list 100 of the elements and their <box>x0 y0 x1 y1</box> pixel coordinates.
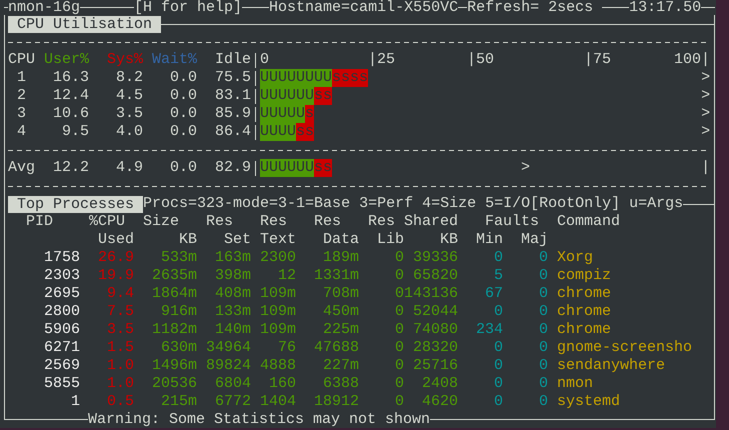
column-header: Faults <box>485 213 540 231</box>
table-cell-text: 0 <box>394 393 404 411</box>
table-cell-text: 0 <box>394 357 404 375</box>
column-header: Idle <box>214 51 251 69</box>
scale-label: 100| <box>674 51 710 69</box>
table-cell-text: 5 <box>492 267 503 285</box>
table-cell-text: 10.6 <box>52 105 89 123</box>
table-cell-text: 4.9 <box>114 159 143 177</box>
table-cell-text: 0.5 <box>106 393 134 411</box>
column-header: User% <box>42 51 89 69</box>
system-bar: ss <box>314 159 332 177</box>
table-cell-text: 1758 <box>42 249 80 267</box>
table-cell-text: 82.9 <box>214 159 251 177</box>
table-cell-text: 450m <box>322 303 359 321</box>
column-header: Maj <box>520 231 548 249</box>
table-cell-text: 0.0 <box>168 69 197 87</box>
table-cell-text: 227m <box>322 357 359 375</box>
column-header: Set <box>222 231 251 249</box>
table-cell-text: 1864m <box>150 285 197 303</box>
table-cell-text: 2635m <box>150 267 197 285</box>
table-cell: Avg <box>8 159 35 177</box>
table-cell-text: 140m <box>214 321 251 339</box>
table-cell-text: 0 <box>538 285 548 303</box>
table-cell-text: 4620 <box>420 393 458 411</box>
table-cell-text: 215m <box>160 393 197 411</box>
table-cell-text: 28320 <box>412 339 458 357</box>
table-cell: gnome-screensho <box>557 339 692 357</box>
table-cell-text: 34964 <box>204 339 251 357</box>
table-cell-text: 47688 <box>312 339 359 357</box>
table-cell-text: 67 <box>484 285 503 303</box>
overflow-mark: > <box>701 87 710 105</box>
column-header: KB <box>438 231 458 249</box>
peak-mark: > <box>521 159 530 177</box>
system-bar: ss <box>296 123 314 141</box>
table-cell: nmon <box>557 375 594 393</box>
table-cell-text: 2695 <box>42 285 80 303</box>
column-header: Command <box>557 213 620 231</box>
warning-text: Warning: Some Statistics may not shown <box>88 411 430 428</box>
table-cell-text: 5855 <box>42 375 80 393</box>
user-bar: UUUUU <box>260 105 306 123</box>
table-cell-text: 533m <box>160 249 197 267</box>
table-cell-text: 7.5 <box>106 303 134 321</box>
section-title: Top Processes <box>8 196 144 212</box>
table-cell-text: 89824 <box>204 357 251 375</box>
column-header: Res <box>206 213 234 231</box>
hostname-text: Hostname=camil-X550VC <box>269 0 458 15</box>
user-bar: UUUU <box>260 123 296 141</box>
table-cell-text: 39336 <box>412 249 458 267</box>
table-cell-text: 1331m <box>312 267 359 285</box>
table-cell-text: 9.4 <box>106 285 134 303</box>
status-text: Procs=323-mode=3-1=Base 3=Perf 4=Size 5=I/O[RootOnly] u=Args <box>143 195 684 213</box>
column-header: Wait% <box>150 51 197 69</box>
table-cell-text: 0 <box>492 393 503 411</box>
table-cell: systemd <box>557 393 620 411</box>
table-cell: chrome <box>557 303 612 321</box>
column-header: CPU <box>8 51 35 69</box>
column-header: KB <box>178 231 197 249</box>
table-cell-text: 109m <box>258 285 296 303</box>
column-header: Size <box>143 213 180 231</box>
table-cell-text: 9.5 <box>60 123 89 141</box>
table-cell-text: 2408 <box>420 375 458 393</box>
scale-label: |75 <box>584 51 612 69</box>
table-cell-text: 0.0 <box>168 105 197 123</box>
table-cell: Xorg <box>557 249 594 267</box>
system-bar: ss <box>314 87 332 105</box>
table-cell-text: 0 <box>492 375 503 393</box>
table-cell-text: 234 <box>474 321 503 339</box>
table-cell-text: 0 <box>394 249 404 267</box>
column-header: PID <box>26 213 54 231</box>
table-cell-text: 6388 <box>322 375 359 393</box>
table-cell-text: 133m <box>214 303 251 321</box>
table-cell: 143136 <box>404 285 458 303</box>
table-cell-text: 1.0 <box>106 375 134 393</box>
table-cell-text: 630m <box>160 339 197 357</box>
table-cell-text: 0.0 <box>168 123 197 141</box>
table-cell-text: 12 <box>276 267 296 285</box>
overflow-mark: | <box>701 159 710 177</box>
table-cell-text: 0 <box>394 375 404 393</box>
table-cell-text: 0 <box>394 267 404 285</box>
table-cell-text: 160 <box>268 375 296 393</box>
table-cell-text: 0 <box>538 393 548 411</box>
table-cell-text: 0 <box>492 357 503 375</box>
table-cell: compiz <box>557 267 612 285</box>
table-cell-text: 4 <box>16 123 27 141</box>
user-bar: UUUUUU <box>260 159 314 177</box>
table-cell-text: 0 <box>492 249 503 267</box>
table-cell-text: 189m <box>322 249 359 267</box>
table-cell-text: 18912 <box>312 393 359 411</box>
table-cell: chrome <box>557 321 612 339</box>
table-cell-text: 65820 <box>412 267 458 285</box>
table-cell-text: 0 <box>538 303 548 321</box>
scale-label: |50 <box>467 51 496 69</box>
column-header: Min <box>474 231 503 249</box>
table-cell-text: 6772 <box>214 393 251 411</box>
table-cell-text: 0 <box>538 339 548 357</box>
table-cell-text: 2300 <box>258 249 296 267</box>
overflow-mark: > <box>701 69 710 87</box>
column-header: Lib <box>376 231 404 249</box>
refresh-text: Refresh= 2secs <box>467 0 594 15</box>
column-header: Res <box>368 213 396 231</box>
